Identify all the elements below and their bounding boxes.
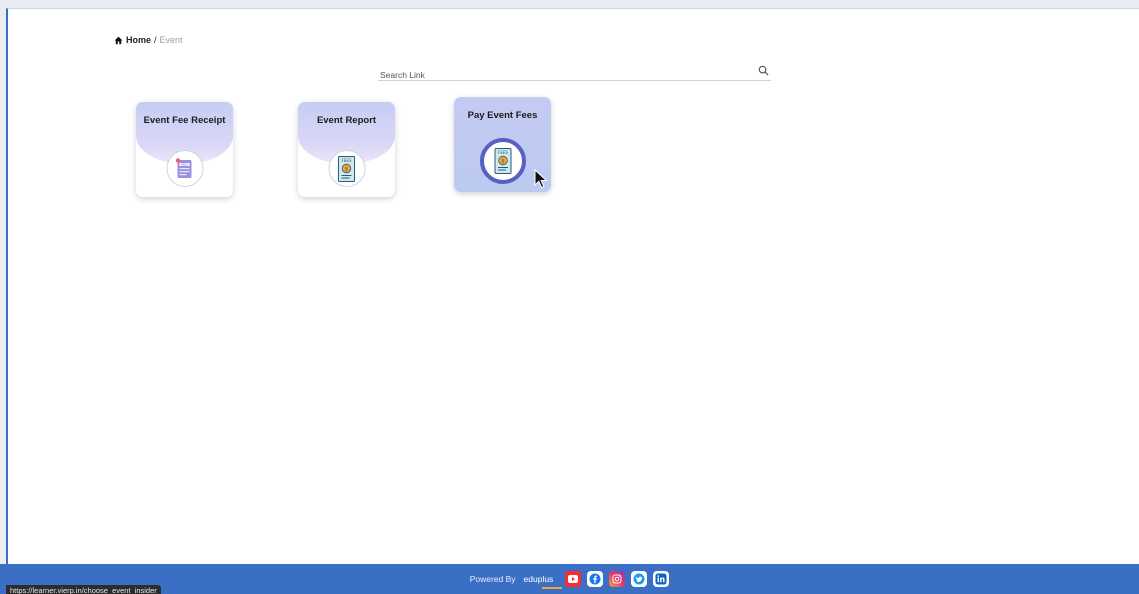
card-event-report[interactable]: Event Report FEES $: [298, 102, 395, 197]
svg-text:FEES: FEES: [181, 162, 189, 166]
svg-text:FEES: FEES: [498, 150, 508, 155]
svg-text:FEES: FEES: [342, 158, 352, 163]
card-event-fee-receipt[interactable]: Event Fee Receipt FEES: [136, 102, 233, 197]
twitter-icon[interactable]: [631, 571, 648, 587]
youtube-icon[interactable]: [565, 571, 582, 587]
social-links: [565, 571, 670, 587]
instagram-icon[interactable]: [609, 571, 626, 587]
fees-receipt-icon: FEES: [166, 150, 203, 187]
footer: Powered By eduplus: [0, 564, 1139, 594]
eduplus-logo[interactable]: eduplus: [524, 574, 562, 589]
search-icon[interactable]: [758, 65, 769, 76]
card-title: Event Fee Receipt: [143, 115, 226, 126]
home-icon[interactable]: [114, 36, 123, 45]
card-title: Pay Event Fees: [467, 110, 538, 121]
app-frame: Home / Event Event Fee Receipt FEES: [6, 8, 1139, 594]
powered-by-label: Powered By: [469, 574, 516, 584]
breadcrumb-home[interactable]: Home: [126, 35, 151, 45]
status-bar-url: https://learner.vierp.in/choose_event_in…: [6, 585, 161, 594]
pay-fees-icon: FEES $: [479, 138, 526, 184]
breadcrumb-separator: /: [154, 35, 157, 45]
svg-text:$: $: [501, 159, 504, 165]
fees-report-icon: FEES $: [328, 150, 365, 187]
breadcrumb: Home / Event: [114, 35, 183, 45]
search-bar: [378, 65, 771, 82]
search-input[interactable]: [378, 68, 738, 82]
card-title: Event Report: [316, 115, 377, 126]
linkedin-icon[interactable]: [653, 571, 670, 587]
svg-text:$: $: [345, 166, 348, 172]
breadcrumb-current: Event: [159, 35, 183, 45]
facebook-icon[interactable]: [587, 571, 604, 587]
mouse-cursor-icon: [534, 169, 548, 189]
